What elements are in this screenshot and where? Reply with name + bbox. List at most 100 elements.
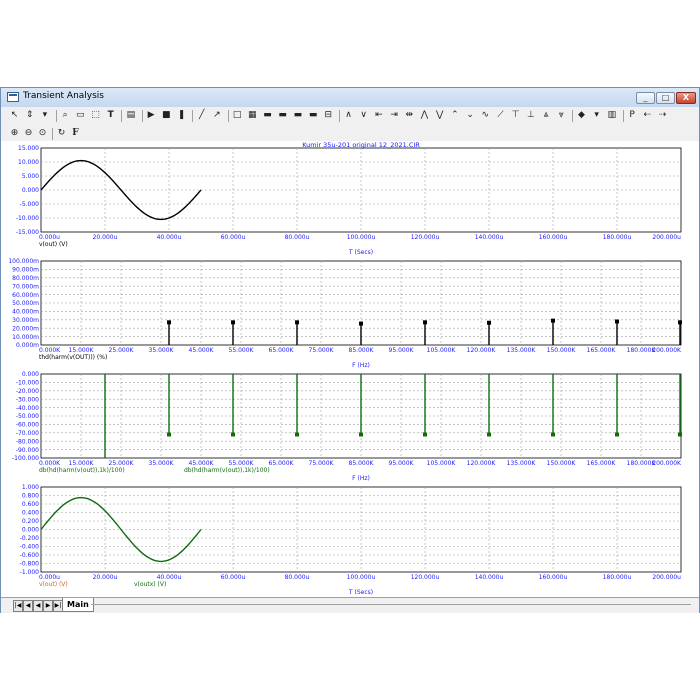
harmonic-marker <box>295 320 299 325</box>
toolbar-separator <box>121 110 123 122</box>
table-icon[interactable]: ▥ <box>606 110 617 121</box>
pause-icon[interactable]: ❚ <box>176 110 187 121</box>
font-icon[interactable]: F <box>70 128 81 139</box>
x-tick-label: 40.000u <box>157 574 182 581</box>
harmonic-marker <box>359 321 363 326</box>
next-valley-icon[interactable]: ⋁ <box>434 110 445 121</box>
x-tick-label: 150.000K <box>547 347 577 354</box>
y-tick-label: 10.000m <box>12 334 39 341</box>
layout-1-icon[interactable]: ▬ <box>262 110 273 121</box>
inflection-icon[interactable]: ∿ <box>480 110 491 121</box>
zoom-in-icon[interactable]: ⊕ <box>9 128 20 139</box>
minimize-button[interactable]: _ <box>636 92 655 104</box>
refresh-icon[interactable]: ↻ <box>56 128 67 139</box>
y-tick-label: -0.400 <box>20 544 40 551</box>
x-tick-label: 85.000K <box>349 347 375 354</box>
bottom-bar: |◀ ◀ ◀ ▶ ▶| Main <box>1 597 699 613</box>
y-tick-label: 40.000m <box>12 309 39 316</box>
y-tick-label: -30.000 <box>16 396 39 403</box>
x-tick-label: 75.000K <box>309 460 335 467</box>
prev-icon[interactable]: ◀ <box>33 600 43 612</box>
cursor-arrow-icon[interactable]: ↖ <box>9 110 20 121</box>
global-low-icon[interactable]: ⩔ <box>556 110 567 121</box>
tab-main[interactable]: Main <box>62 598 94 612</box>
harmonic-marker <box>167 320 171 325</box>
run-icon[interactable]: ▶ <box>146 110 157 121</box>
cursor-right-icon[interactable]: ⇥ <box>389 110 400 121</box>
x-tick-label: 20.000u <box>93 574 118 581</box>
y-tick-label: 15.000 <box>18 145 39 152</box>
plot-area[interactable]: Kumir 35u-201 original 12_2021.CIR 15.000… <box>1 141 699 597</box>
y-tick-label: -80.000 <box>16 438 39 445</box>
low-icon[interactable]: ⌄ <box>465 110 476 121</box>
toolbar-zoom: ⊕ ⊖ ⊙ ↻ F <box>1 125 699 142</box>
x-tick-label: 120.000u <box>411 574 440 581</box>
x-tick-label: 120.000K <box>467 347 497 354</box>
x-tick-label: 85.000K <box>349 460 375 467</box>
x-tick-label: 160.000u <box>539 574 568 581</box>
title-bar[interactable]: Transient Analysis _ □ X <box>1 88 699 107</box>
y-tick-label: 100.000m <box>8 258 39 265</box>
valley-icon[interactable]: ∨ <box>358 110 369 121</box>
y-tick-label: 10.000 <box>18 159 39 166</box>
horizontal-scrollbar[interactable] <box>91 604 691 605</box>
layout-3-icon[interactable]: ▬ <box>292 110 303 121</box>
harmonic-marker <box>551 432 555 437</box>
dropdown-icon[interactable]: ▾ <box>39 110 50 121</box>
zoom-select-icon[interactable]: ⬚ <box>90 110 101 121</box>
zoom-out-icon[interactable]: ⊖ <box>23 128 34 139</box>
x-tick-label: 15.000K <box>69 347 95 354</box>
next-peak-icon[interactable]: ⋀ <box>419 110 430 121</box>
x-tick-label: 100.000u <box>347 234 376 241</box>
split-icon[interactable]: ⊟ <box>323 110 334 121</box>
arrow-tool-icon[interactable]: ↗ <box>211 110 222 121</box>
properties-icon[interactable]: ▤ <box>125 110 136 121</box>
measure-icon[interactable]: ⇹ <box>404 110 415 121</box>
slope-icon[interactable]: ⟋ <box>495 110 506 121</box>
prev-page-icon[interactable]: ◀ <box>23 600 33 612</box>
zoom-box-icon[interactable]: ▭ <box>75 110 86 121</box>
line-tool-icon[interactable]: ╱ <box>196 110 207 121</box>
layout-4-icon[interactable]: ▬ <box>308 110 319 121</box>
zoom-region-icon[interactable]: ⌕ <box>60 110 71 121</box>
scale-icon[interactable]: ⇕ <box>24 110 35 121</box>
top-icon[interactable]: ⊤ <box>510 110 521 121</box>
tag-left-icon[interactable]: ⇠ <box>642 110 653 121</box>
y-tick-label: 0.000 <box>22 187 39 194</box>
legend-label: v(outx) (V) <box>134 581 166 588</box>
close-button[interactable]: X <box>676 92 696 104</box>
y-tick-label: 20.000m <box>12 325 39 332</box>
grid-icon[interactable]: ▦ <box>247 110 258 121</box>
stop-icon[interactable]: ■ <box>161 110 172 121</box>
peak-icon[interactable]: ∧ <box>343 110 354 121</box>
first-page-icon[interactable]: |◀ <box>13 600 23 612</box>
legend-label: v(out) (V) <box>39 241 68 248</box>
tag-right-icon[interactable]: ⇢ <box>657 110 668 121</box>
cursor-left-icon[interactable]: ⇤ <box>373 110 384 121</box>
x-tick-label: 200.000u <box>652 574 681 581</box>
y-tick-label: -100.000 <box>12 455 39 462</box>
maximize-button[interactable]: □ <box>656 92 675 104</box>
x-tick-label: 140.000u <box>475 574 504 581</box>
x-tick-label: 65.000K <box>269 460 295 467</box>
global-high-icon[interactable]: ⩓ <box>541 110 552 121</box>
bottom-icon[interactable]: ⊥ <box>525 110 536 121</box>
toolbar-separator <box>141 110 143 122</box>
y-tick-label: 50.000m <box>12 300 39 307</box>
zoom-fit-icon[interactable]: ⊙ <box>37 128 48 139</box>
y-tick-label: 1.000 <box>22 484 39 491</box>
tag-icon[interactable]: ◆ <box>576 110 587 121</box>
x-tick-label: 95.000K <box>389 460 415 467</box>
y-tick-label: 60.000m <box>12 292 39 299</box>
high-icon[interactable]: ⌃ <box>449 110 460 121</box>
probe-p-icon[interactable]: P <box>627 110 638 121</box>
layout-2-icon[interactable]: ▬ <box>277 110 288 121</box>
frame-icon[interactable]: □ <box>232 110 243 121</box>
text-icon[interactable]: T <box>105 110 116 121</box>
next-icon[interactable]: ▶ <box>43 600 53 612</box>
harmonic-marker <box>615 432 619 437</box>
dropdown-icon[interactable]: ▾ <box>591 110 602 121</box>
harmonic-marker <box>615 319 619 324</box>
analysis-plots[interactable]: Kumir 35u-201 original 12_2021.CIR15.000… <box>1 141 699 597</box>
x-tick-label: 150.000K <box>547 460 577 467</box>
